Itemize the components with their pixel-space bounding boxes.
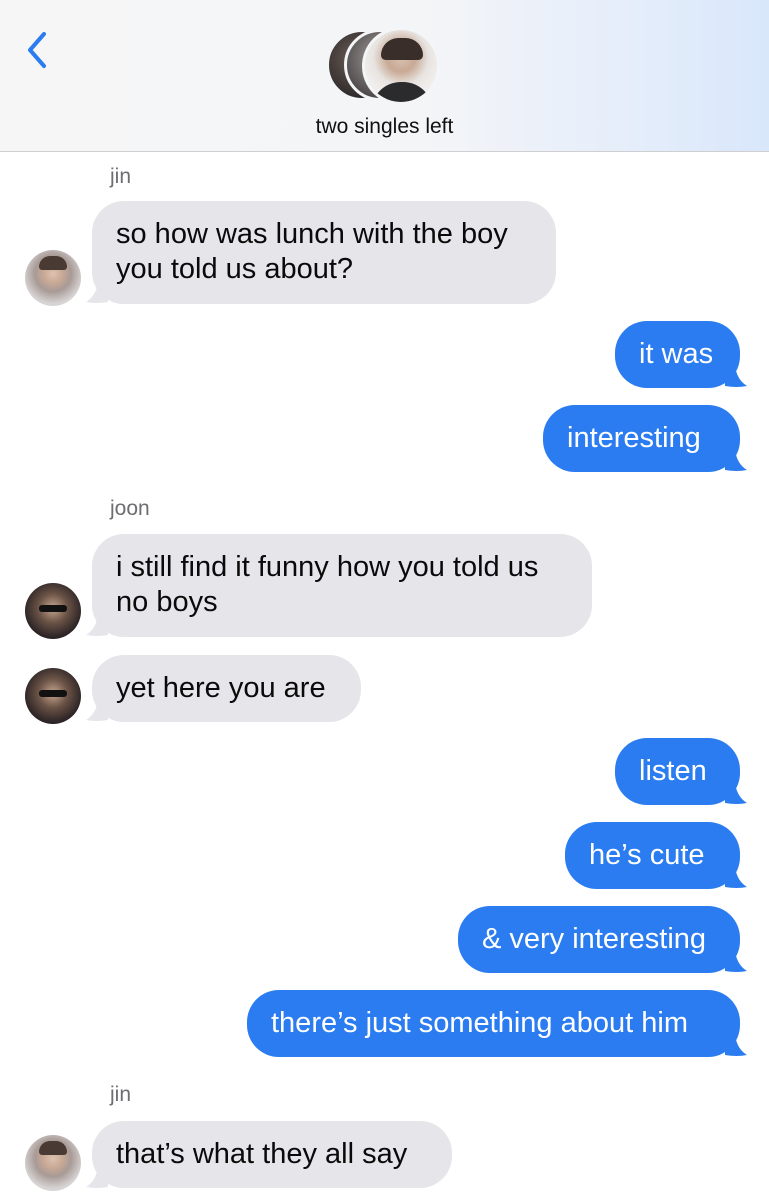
avatar[interactable]: [25, 668, 81, 724]
outgoing-message-bubble[interactable]: & very interesting: [458, 906, 740, 973]
message-text: yet here you are: [116, 672, 326, 704]
avatar[interactable]: [25, 1135, 81, 1191]
avatar[interactable]: [25, 250, 81, 306]
message-text-line: you told us about?: [116, 253, 354, 285]
incoming-message-bubble[interactable]: i still find it funny how you told us no…: [92, 534, 592, 637]
message-text-line: i still find it funny how you told us: [116, 551, 539, 583]
incoming-message-bubble[interactable]: yet here you are: [92, 655, 361, 722]
outgoing-message-bubble[interactable]: he’s cute: [565, 822, 740, 889]
message-text-line: so how was lunch with the boy: [116, 218, 508, 250]
message-text: listen: [639, 755, 707, 787]
chat-title[interactable]: two singles left: [0, 115, 769, 139]
message-text: that’s what they all say: [116, 1138, 408, 1170]
incoming-message-bubble[interactable]: that’s what they all say: [92, 1121, 452, 1188]
outgoing-message-bubble[interactable]: listen: [615, 738, 740, 805]
message-text-line: no boys: [116, 586, 218, 618]
outgoing-message-bubble[interactable]: it was: [615, 321, 740, 388]
avatar: [362, 27, 440, 105]
chevron-left-icon: [28, 32, 46, 68]
message-text: there’s just something about him: [271, 1007, 688, 1039]
message-text: it was: [639, 338, 714, 370]
sender-name-label: jin: [110, 1083, 132, 1106]
conversation-header: two singles left: [0, 0, 769, 152]
outgoing-message-bubble[interactable]: interesting: [543, 405, 740, 472]
avatar[interactable]: [25, 583, 81, 639]
back-button[interactable]: [18, 28, 58, 72]
sender-name-label: jin: [110, 165, 132, 188]
outgoing-message-bubble[interactable]: there’s just something about him: [247, 990, 740, 1057]
sender-name-label: joon: [110, 497, 150, 520]
incoming-message-bubble[interactable]: so how was lunch with the boy you told u…: [92, 201, 556, 304]
message-text: interesting: [567, 422, 701, 454]
message-text: & very interesting: [482, 923, 707, 955]
group-avatar-stack[interactable]: [326, 27, 444, 105]
message-text: he’s cute: [589, 839, 705, 871]
